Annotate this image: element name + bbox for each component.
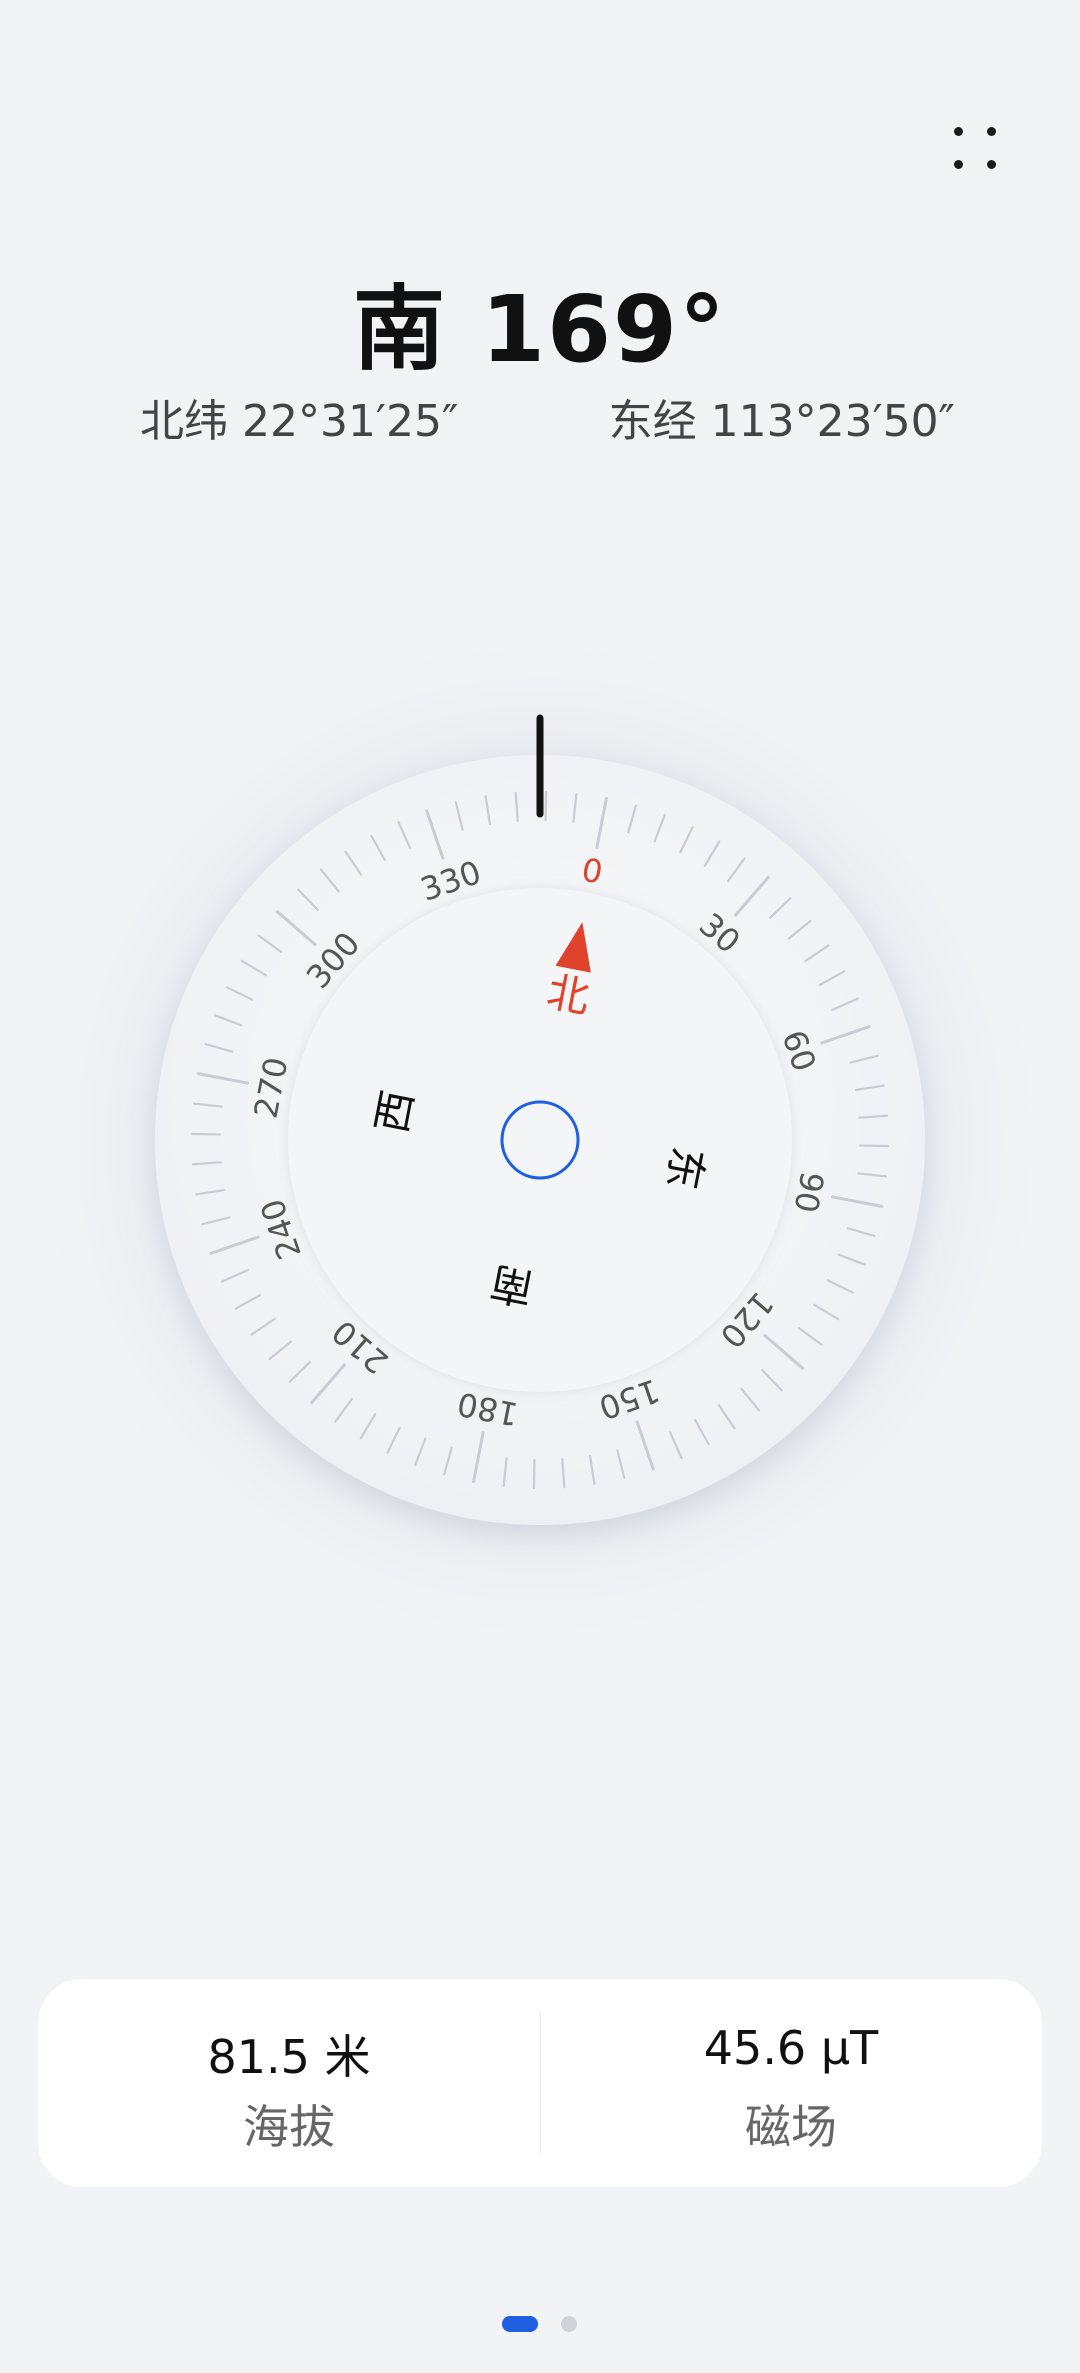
page-indicator [0, 2316, 1080, 2336]
menu-dot-icon [954, 160, 963, 169]
menu-dot-icon [954, 127, 963, 136]
magnetic-label: 磁场 [745, 2100, 837, 2154]
page-dot-active[interactable] [502, 2316, 538, 2332]
heading-readout: 南 169° [0, 255, 1080, 388]
latitude-text: 北纬 22°31′25″ [140, 396, 459, 447]
altitude-label: 海拔 [243, 2100, 335, 2154]
heading-direction: 南 [352, 276, 447, 383]
compass-screen: 南 169° 北纬 22°31′25″ 东经 113°23′50″ 0 30 6… [0, 0, 1080, 2373]
more-menu-button[interactable] [935, 118, 1015, 198]
altitude-value: 81.5 米 [207, 2030, 371, 2084]
sensor-info-card: 81.5 米 海拔 45.6 µT 磁场 [38, 1979, 1042, 2187]
menu-dot-icon [987, 127, 996, 136]
altitude-panel: 81.5 米 海拔 [38, 1979, 540, 2187]
page-dot[interactable] [561, 2316, 577, 2332]
compass-inner-face [288, 888, 792, 1392]
magnetic-value: 45.6 µT [703, 2021, 879, 2075]
menu-dot-icon [987, 160, 996, 169]
compass-svg: 0306090120150180210240270300330 北东南西 [20, 620, 1060, 1660]
compass-scale-label: 90 [786, 1169, 831, 1216]
compass-dial[interactable]: 0 30 60 90 120 150 180 210 240 270 300 330 北东南西 [0, 600, 1080, 1680]
heading-degrees: 169° [481, 276, 728, 383]
longitude-text: 东经 113°23′50″ [608, 396, 955, 447]
magnetic-panel: 45.6 µT 磁场 [540, 1979, 1042, 2187]
